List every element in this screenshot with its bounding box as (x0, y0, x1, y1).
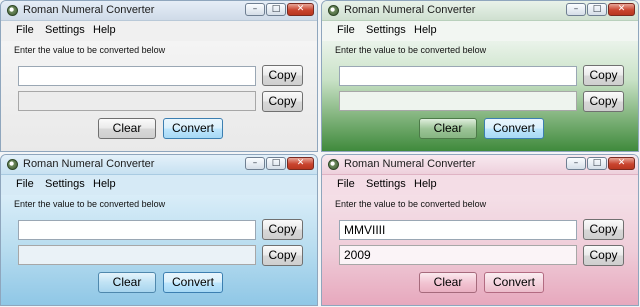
copy-output-button[interactable]: Copy (262, 91, 303, 112)
input-field[interactable] (18, 220, 256, 240)
menu-file[interactable]: File (337, 24, 355, 36)
window-title: Roman Numeral Converter (23, 158, 155, 170)
instruction-label: Enter the value to be converted below (335, 199, 487, 209)
maximize-button[interactable]: □ (266, 157, 286, 170)
menu-help[interactable]: Help (414, 24, 437, 36)
minimize-button[interactable]: – (566, 157, 586, 170)
menu-help[interactable]: Help (414, 178, 437, 190)
minimize-button[interactable]: – (566, 3, 586, 16)
copy-input-button[interactable]: Copy (262, 219, 303, 240)
converter-app-icon (7, 5, 18, 16)
copy-input-button[interactable]: Copy (262, 65, 303, 86)
close-button[interactable]: ✕ (608, 157, 635, 170)
maximize-button[interactable]: □ (587, 3, 607, 16)
converter-app-icon (328, 5, 339, 16)
menu-settings[interactable]: Settings (366, 178, 406, 190)
output-field[interactable] (339, 91, 577, 111)
copy-output-button[interactable]: Copy (583, 91, 624, 112)
window-title: Roman Numeral Converter (23, 4, 155, 16)
title-bar[interactable]: Roman Numeral Converter – □ ✕ (322, 155, 638, 175)
close-button[interactable]: ✕ (287, 3, 314, 16)
title-bar[interactable]: Roman Numeral Converter – □ ✕ (1, 1, 317, 21)
converter-window-pink: Roman Numeral Converter – □ ✕ File Setti… (321, 154, 639, 306)
menu-bar: File Settings Help (322, 21, 638, 41)
convert-button[interactable]: Convert (484, 118, 544, 139)
converter-window-default: Roman Numeral Converter – □ ✕ File Setti… (0, 0, 318, 152)
window-title: Roman Numeral Converter (344, 158, 476, 170)
maximize-button[interactable]: □ (587, 157, 607, 170)
menu-file[interactable]: File (16, 24, 34, 36)
menu-bar: File Settings Help (1, 175, 317, 195)
title-bar[interactable]: Roman Numeral Converter – □ ✕ (322, 1, 638, 21)
menu-file[interactable]: File (16, 178, 34, 190)
output-field[interactable] (339, 245, 577, 265)
convert-button[interactable]: Convert (163, 118, 223, 139)
close-button[interactable]: ✕ (287, 157, 314, 170)
client-area: Enter the value to be converted below Co… (1, 41, 317, 151)
menu-help[interactable]: Help (93, 24, 116, 36)
menu-bar: File Settings Help (322, 175, 638, 195)
close-button[interactable]: ✕ (608, 3, 635, 16)
client-area: Enter the value to be converted below Co… (322, 41, 638, 151)
input-field[interactable] (339, 66, 577, 86)
clear-button[interactable]: Clear (98, 118, 156, 139)
copy-input-button[interactable]: Copy (583, 219, 624, 240)
converter-window-green: Roman Numeral Converter – □ ✕ File Setti… (321, 0, 639, 152)
client-area: Enter the value to be converted below Co… (1, 195, 317, 305)
copy-output-button[interactable]: Copy (583, 245, 624, 266)
converter-app-icon (7, 159, 18, 170)
menu-help[interactable]: Help (93, 178, 116, 190)
menu-settings[interactable]: Settings (45, 178, 85, 190)
clear-button[interactable]: Clear (98, 272, 156, 293)
instruction-label: Enter the value to be converted below (14, 45, 166, 55)
convert-button[interactable]: Convert (484, 272, 544, 293)
converter-window-blue: Roman Numeral Converter – □ ✕ File Setti… (0, 154, 318, 306)
instruction-label: Enter the value to be converted below (14, 199, 166, 209)
input-field[interactable] (18, 66, 256, 86)
minimize-button[interactable]: – (245, 3, 265, 16)
copy-input-button[interactable]: Copy (583, 65, 624, 86)
clear-button[interactable]: Clear (419, 272, 477, 293)
window-title: Roman Numeral Converter (344, 4, 476, 16)
client-area: Enter the value to be converted below Co… (322, 195, 638, 305)
maximize-button[interactable]: □ (266, 3, 286, 16)
instruction-label: Enter the value to be converted below (335, 45, 487, 55)
output-field[interactable] (18, 91, 256, 111)
output-field[interactable] (18, 245, 256, 265)
menu-file[interactable]: File (337, 178, 355, 190)
convert-button[interactable]: Convert (163, 272, 223, 293)
minimize-button[interactable]: – (245, 157, 265, 170)
menu-settings[interactable]: Settings (366, 24, 406, 36)
title-bar[interactable]: Roman Numeral Converter – □ ✕ (1, 155, 317, 175)
input-field[interactable] (339, 220, 577, 240)
menu-bar: File Settings Help (1, 21, 317, 41)
menu-settings[interactable]: Settings (45, 24, 85, 36)
converter-app-icon (328, 159, 339, 170)
copy-output-button[interactable]: Copy (262, 245, 303, 266)
clear-button[interactable]: Clear (419, 118, 477, 139)
